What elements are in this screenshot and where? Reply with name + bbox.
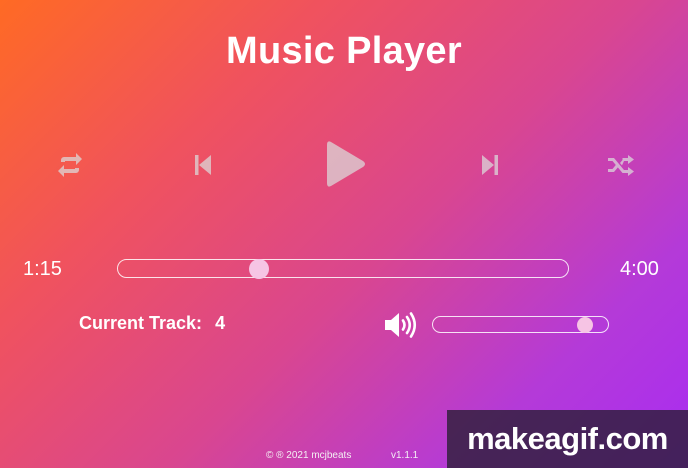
- next-button[interactable]: [477, 150, 503, 180]
- watermark: makeagif.com: [447, 410, 688, 468]
- previous-button[interactable]: [190, 150, 216, 180]
- current-track: Current Track: 4: [79, 313, 225, 334]
- current-track-number: 4: [215, 313, 226, 333]
- app-title: Music Player: [226, 30, 462, 72]
- current-track-label: Current Track:: [79, 313, 203, 333]
- volume-knob[interactable]: [577, 316, 594, 333]
- total-time: 4:00: [620, 258, 659, 280]
- shuffle-icon: [608, 155, 634, 176]
- skip-previous-icon: [195, 155, 211, 175]
- progress-knob[interactable]: [248, 258, 269, 279]
- volume-slider[interactable]: [432, 316, 609, 333]
- repeat-icon: [58, 153, 82, 177]
- skip-next-icon: [482, 155, 498, 175]
- play-button[interactable]: [320, 136, 372, 192]
- version-text: v1.1.1: [391, 450, 419, 461]
- current-time: 1:15: [23, 258, 62, 280]
- play-icon: [327, 141, 365, 187]
- shuffle-button[interactable]: [604, 150, 638, 180]
- volume-icon: [385, 312, 417, 338]
- repeat-button[interactable]: [52, 150, 88, 180]
- progress-slider[interactable]: [117, 258, 569, 279]
- copyright-text: © ® 2021 mcjbeats: [266, 450, 352, 461]
- volume-button[interactable]: [383, 311, 419, 339]
